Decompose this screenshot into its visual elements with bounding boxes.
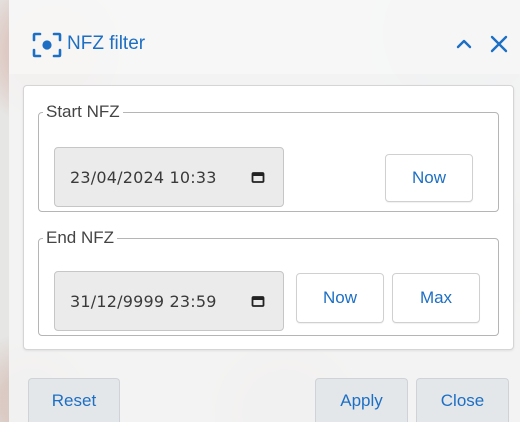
filter-card: Start NFZ 23/04/2024 10:33 Now End NFZ 3…: [23, 85, 514, 350]
close-button[interactable]: Close: [416, 378, 509, 422]
nfz-filter-dialog: NFZ filter Start NFZ 23/04/2024 10:33 No…: [9, 0, 520, 422]
end-max-button[interactable]: Max: [392, 273, 480, 323]
end-nfz-group: End NFZ 31/12/9999 23:59 Now Max: [38, 229, 499, 336]
start-now-button[interactable]: Now: [385, 154, 473, 202]
dialog-header: NFZ filter: [9, 0, 520, 74]
apply-button[interactable]: Apply: [315, 378, 408, 422]
calendar-icon[interactable]: [251, 294, 265, 308]
start-datetime-value: 23/04/2024 10:33: [70, 167, 217, 187]
start-nfz-legend: Start NFZ: [46, 102, 120, 121]
end-nfz-legend: End NFZ: [46, 228, 115, 247]
collapse-button[interactable]: [449, 28, 479, 60]
end-now-button[interactable]: Now: [296, 273, 384, 323]
end-datetime-input[interactable]: 31/12/9999 23:59: [54, 271, 284, 331]
close-dialog-button[interactable]: [484, 28, 514, 60]
reset-button[interactable]: Reset: [28, 378, 120, 422]
close-icon: [490, 35, 508, 53]
end-datetime-value: 31/12/9999 23:59: [70, 291, 217, 311]
focus-target-icon: [32, 32, 62, 58]
dialog-title: NFZ filter: [67, 33, 146, 54]
calendar-icon[interactable]: [251, 170, 265, 184]
start-nfz-group: Start NFZ 23/04/2024 10:33 Now: [38, 103, 499, 212]
chevron-up-icon: [456, 39, 472, 49]
start-datetime-input[interactable]: 23/04/2024 10:33: [54, 147, 284, 207]
